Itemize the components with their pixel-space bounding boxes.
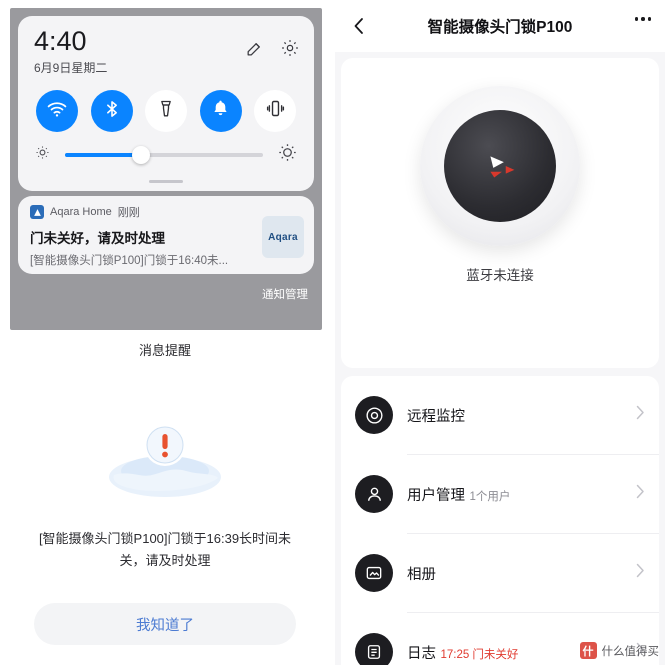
brightness-slider[interactable] [65,146,263,164]
notification-shade: 4:40 6月9日星期二 Aqara Home 刚刚 门未关好，请及时处理 [智… [10,8,322,330]
list-item-remote-monitor[interactable]: 远程监控 [341,376,659,454]
notification-card[interactable]: Aqara Home 刚刚 门未关好，请及时处理 [智能摄像头门锁P100]门锁… [18,196,314,274]
alert-message: [智能摄像头门锁P100]门锁于16:39长时间未关，请及时处理 [38,531,292,568]
clock-date: 6月9日星期二 [34,61,108,75]
pencil-icon[interactable] [245,39,264,58]
shade-drag-handle[interactable] [149,180,183,183]
list-item-title: 用户管理 [407,487,465,504]
flashlight-toggle[interactable] [145,90,187,132]
list-item-title: 日志 [407,645,436,662]
feature-list: 远程监控 用户管理 1个用户 相册 日志 17:25 门未关好 [341,376,659,665]
device-panel: 蓝牙未连接 [341,58,659,368]
chevron-right-icon [636,563,645,583]
alert-exclamation-icon [100,405,230,510]
log-book-icon [355,633,393,665]
list-item-subtitle: 17:25 门未关好 [440,648,519,661]
list-item-text: 远程监控 [407,405,628,426]
gear-icon[interactable] [280,38,300,58]
screenshot-root: 4:40 6月9日星期二 Aqara Home 刚刚 门未关好，请及时处理 [智… [0,0,665,665]
section-caption: 消息提醒 [138,343,191,358]
notification-time: 刚刚 [117,207,140,219]
list-item-user-management[interactable]: 用户管理 1个用户 [341,455,659,533]
notification-app-name: Aqara Home [50,206,112,218]
bluetooth-toggle[interactable] [90,90,133,132]
wifi-toggle[interactable] [36,90,78,132]
list-item-album[interactable]: 相册 [341,534,659,612]
brightness-slider-fill [65,153,141,157]
app-header: 智能摄像头门锁P100 [335,0,665,52]
lock-logo-icon [444,110,556,222]
notification-thumbnail: Aqara [262,216,304,258]
list-item-text: 用户管理 1个用户 [407,484,628,505]
vibrate-icon [265,98,286,124]
wifi-icon [46,98,68,125]
vibrate-toggle[interactable] [254,90,296,132]
flashlight-icon [156,99,176,124]
quick-toggle-row [18,76,314,138]
right-phone-screen: 智能摄像头门锁P100 蓝牙未连接 远程监控 用户管理 1个用户 相册 日志 1… [335,0,665,665]
user-icon [355,475,393,513]
list-item-title: 远程监控 [407,408,465,425]
brightness-low-icon [34,144,51,166]
confirm-button[interactable]: 我知道了 [34,603,296,645]
bluetooth-icon [102,99,122,124]
chevron-left-icon[interactable] [349,16,369,36]
list-item-title: 相册 [407,566,436,583]
more-horizontal-icon[interactable] [634,17,651,21]
watermark-logo-icon: 什 [579,642,597,659]
device-status: 蓝牙未连接 [466,268,534,283]
notification-body: [智能摄像头门锁P100]门锁于16:40未... [30,255,229,267]
brightness-slider-row[interactable] [18,138,314,178]
device-image[interactable] [420,86,580,246]
left-phone-screen: 4:40 6月9日星期二 Aqara Home 刚刚 门未关好，请及时处理 [智… [0,0,330,665]
watermark-text: 什么值得买 [601,645,660,658]
photo-album-icon [355,554,393,592]
chevron-right-icon [636,405,645,425]
quick-settings-panel: 4:40 6月9日星期二 [18,16,314,191]
bell-icon [210,98,231,124]
page-title: 智能摄像头门锁P100 [427,19,573,36]
shade-action-icons [245,38,300,58]
list-item-text: 相册 [407,563,628,584]
app-icon [30,205,44,219]
camera-monitor-icon [355,396,393,434]
list-item-subtitle: 1个用户 [469,490,511,503]
ringer-toggle[interactable] [199,90,242,132]
watermark: 什 什么值得买 [579,642,660,659]
notification-manage-link[interactable]: 通知管理 [262,286,308,302]
brightness-slider-knob[interactable] [132,146,151,164]
brightness-high-icon [277,142,298,168]
chevron-right-icon [636,484,645,504]
